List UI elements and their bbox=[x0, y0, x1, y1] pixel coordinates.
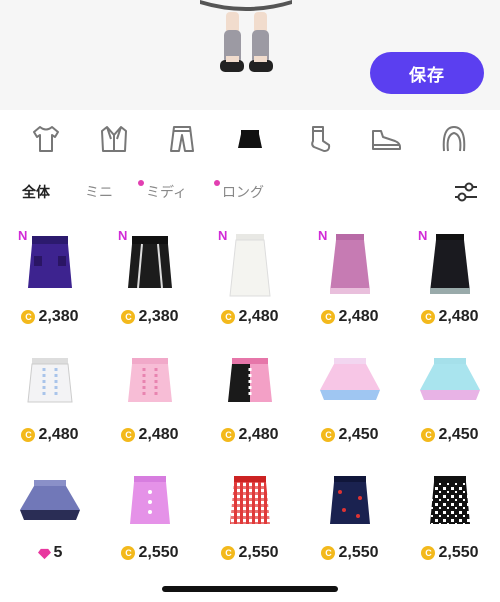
tab-outerwear[interactable] bbox=[94, 119, 134, 159]
filter-midi[interactable]: ミディ bbox=[146, 182, 187, 202]
item-price: C 2,480 bbox=[100, 426, 200, 444]
item-price: C 2,480 bbox=[300, 308, 400, 326]
filter-mini[interactable]: ミニ bbox=[85, 182, 113, 202]
coin-icon: C bbox=[421, 546, 436, 560]
tab-tops[interactable] bbox=[26, 119, 66, 159]
tab-skirts[interactable] bbox=[230, 119, 270, 159]
coin-icon: C bbox=[421, 428, 436, 442]
skirt-image bbox=[320, 358, 380, 400]
item-price: C 2,380 bbox=[100, 308, 200, 326]
item-card[interactable]: N C 2,480 bbox=[400, 220, 500, 338]
item-price: 5 bbox=[0, 544, 100, 562]
coin-icon: C bbox=[321, 428, 336, 442]
item-card[interactable]: C 2,550 bbox=[400, 456, 500, 574]
coin-icon: C bbox=[121, 310, 136, 324]
item-price: C 2,450 bbox=[300, 426, 400, 444]
socks-icon bbox=[311, 126, 331, 152]
home-indicator[interactable] bbox=[162, 586, 338, 592]
coin-icon: C bbox=[221, 546, 236, 560]
filter-settings-icon[interactable] bbox=[452, 178, 480, 206]
coin-icon: C bbox=[121, 428, 136, 442]
item-price: C 2,450 bbox=[400, 426, 500, 444]
coin-icon: C bbox=[421, 310, 436, 324]
item-card[interactable]: C 2,480 bbox=[100, 338, 200, 456]
filter-long[interactable]: ロング bbox=[222, 182, 264, 202]
hair-icon bbox=[442, 126, 466, 152]
tab-hair[interactable] bbox=[434, 119, 474, 159]
skirt-image bbox=[430, 476, 470, 524]
item-card[interactable]: C 2,550 bbox=[300, 456, 400, 574]
new-dot bbox=[214, 180, 220, 186]
item-price: C 2,550 bbox=[100, 544, 200, 562]
item-price: C 2,550 bbox=[200, 544, 300, 562]
item-card[interactable]: N C 2,480 bbox=[200, 220, 300, 338]
skirt-image bbox=[128, 236, 172, 289]
skirt-image bbox=[27, 358, 73, 403]
skirt-image bbox=[230, 476, 270, 524]
item-card[interactable]: C 2,550 bbox=[100, 456, 200, 574]
skirt-image bbox=[330, 234, 370, 294]
item-card[interactable]: C 2,480 bbox=[0, 338, 100, 456]
avatar-legs-image bbox=[200, 0, 292, 72]
item-price: C 2,550 bbox=[400, 544, 500, 562]
skirt-icon bbox=[238, 130, 262, 148]
category-tabs bbox=[0, 110, 500, 168]
item-price: C 2,480 bbox=[200, 308, 300, 326]
new-dot bbox=[138, 180, 144, 186]
coin-icon: C bbox=[21, 428, 36, 442]
tshirt-icon bbox=[33, 126, 59, 152]
sneaker-icon bbox=[372, 130, 401, 150]
item-card[interactable]: C 2,450 bbox=[300, 338, 400, 456]
coin-icon: C bbox=[21, 310, 36, 324]
save-button[interactable]: 保存 bbox=[370, 52, 484, 94]
item-card[interactable]: N C 2,480 bbox=[300, 220, 400, 338]
tab-pants[interactable] bbox=[162, 119, 202, 159]
app-screen: 保存 全体 ミニ ミディ ロング N C 2,380 N C 2,380 N C… bbox=[0, 0, 500, 602]
coin-icon: C bbox=[221, 310, 236, 324]
item-card[interactable]: N C 2,380 bbox=[100, 220, 200, 338]
avatar-preview: 保存 bbox=[0, 0, 500, 110]
item-price: C 2,480 bbox=[400, 308, 500, 326]
item-price: C 2,480 bbox=[200, 426, 300, 444]
skirt-image bbox=[228, 358, 272, 402]
gem-icon bbox=[37, 548, 51, 559]
length-filter-row: 全体 ミニ ミディ ロング bbox=[0, 168, 500, 214]
skirt-image bbox=[420, 358, 480, 400]
coin-icon: C bbox=[221, 428, 236, 442]
pants-icon bbox=[170, 126, 194, 152]
skirt-image bbox=[130, 476, 170, 524]
item-price: C 2,480 bbox=[0, 426, 100, 444]
skirt-image bbox=[28, 236, 72, 288]
skirt-image bbox=[20, 480, 80, 520]
coin-icon: C bbox=[321, 310, 336, 324]
skirt-image bbox=[430, 234, 470, 294]
item-card[interactable]: C 2,450 bbox=[400, 338, 500, 456]
skirt-image bbox=[229, 234, 271, 297]
item-card[interactable]: N C 2,380 bbox=[0, 220, 100, 338]
tab-socks[interactable] bbox=[298, 119, 338, 159]
jacket-icon bbox=[101, 126, 127, 152]
coin-icon: C bbox=[321, 546, 336, 560]
coin-icon: C bbox=[121, 546, 136, 560]
item-price: C 2,550 bbox=[300, 544, 400, 562]
item-card[interactable]: 5 bbox=[0, 456, 100, 574]
skirt-image bbox=[330, 476, 370, 524]
item-card[interactable]: C 2,480 bbox=[200, 338, 300, 456]
tab-shoes[interactable] bbox=[366, 119, 406, 159]
item-price: C 2,380 bbox=[0, 308, 100, 326]
skirt-image bbox=[128, 358, 172, 402]
filter-all[interactable]: 全体 bbox=[22, 182, 50, 202]
item-card[interactable]: C 2,550 bbox=[200, 456, 300, 574]
